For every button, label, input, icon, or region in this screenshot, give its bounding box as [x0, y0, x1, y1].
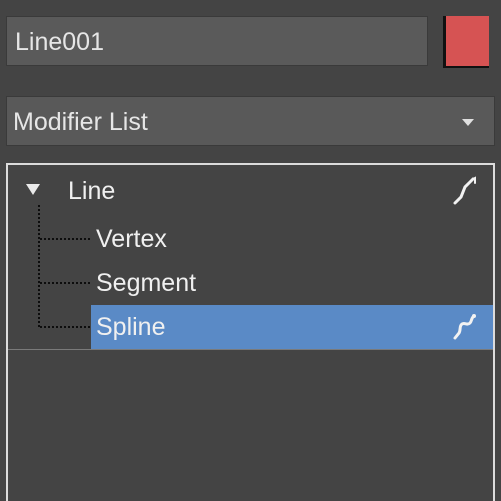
stack-item-segment[interactable]: Segment — [8, 261, 493, 305]
object-color-swatch[interactable] — [443, 16, 489, 68]
pin-icon[interactable] — [451, 175, 479, 207]
stack-item-line[interactable]: Line — [8, 169, 493, 213]
stack-item-label: Spline — [96, 313, 166, 341]
stack-item-label: Line — [68, 177, 116, 205]
stack-divider — [8, 349, 493, 350]
modifier-list-dropdown[interactable]: Modifier List — [6, 96, 495, 146]
dropdown-arrow-icon — [462, 119, 474, 126]
stack-item-vertex[interactable]: Vertex — [8, 217, 493, 261]
expand-arrow-icon[interactable] — [26, 184, 40, 195]
modifier-stack: Line Vertex Segment Spline — [6, 163, 495, 501]
modifier-list-label: Modifier List — [13, 108, 148, 136]
stack-item-label: Segment — [96, 269, 197, 297]
pin-icon[interactable] — [451, 311, 479, 343]
stack-item-spline[interactable]: Spline — [8, 305, 493, 349]
stack-item-label: Vertex — [96, 225, 167, 253]
object-name-field[interactable]: Line001 — [6, 16, 428, 66]
modify-panel: Line001 Modifier List Line Vertex Segmen… — [0, 0, 501, 501]
